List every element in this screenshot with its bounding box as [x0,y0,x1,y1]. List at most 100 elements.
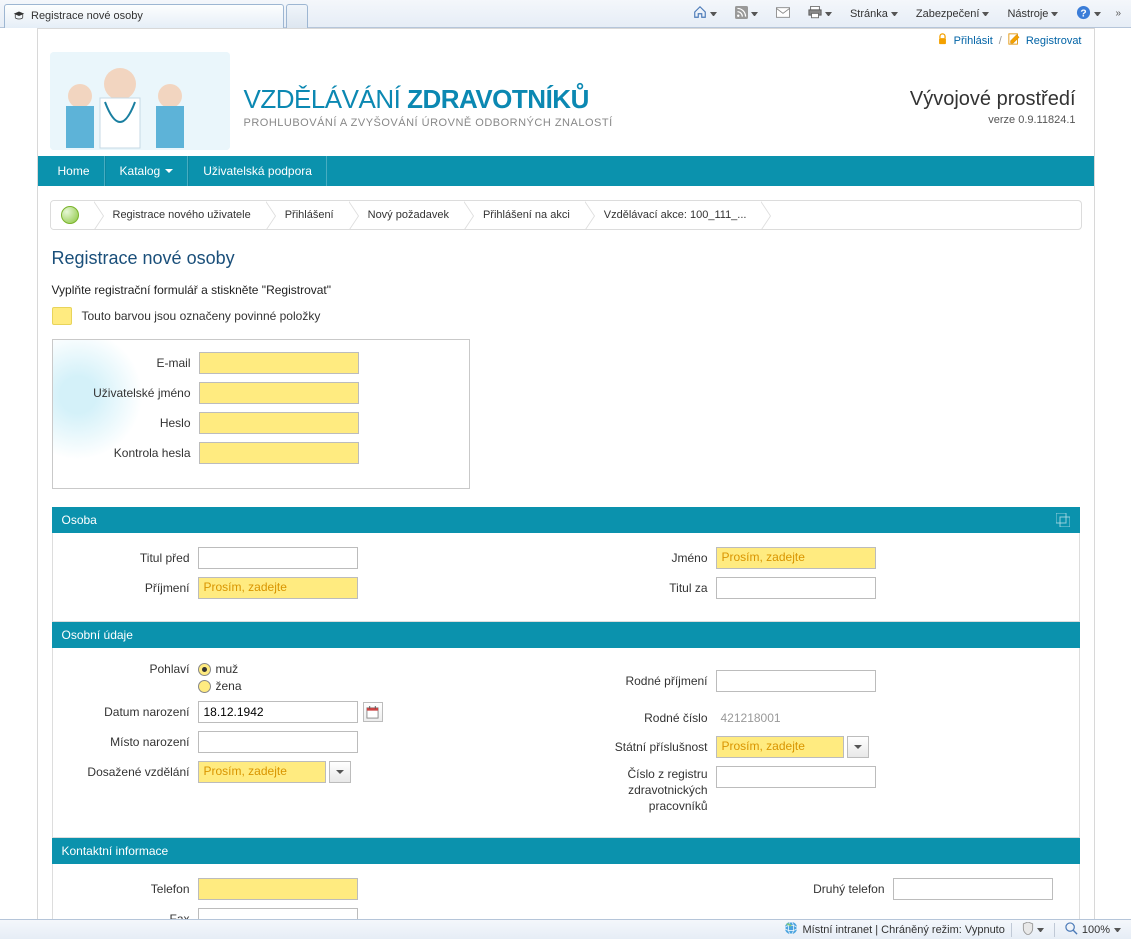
maiden-field[interactable] [716,670,876,692]
page: Přihlásit / Registrovat [37,28,1095,919]
shield-icon [1022,922,1034,938]
protected-mode-button[interactable] [1018,920,1048,939]
env-version: verze 0.9.11824.1 [910,114,1076,126]
title-after-label: Titul za [581,581,716,595]
chevron-down-icon [710,12,717,16]
breadcrumb-item[interactable]: Přihlášení na akci [463,201,584,229]
rss-icon [735,6,748,22]
security-menu-label: Zabezpečení [916,8,980,20]
section-personal: Osobní údaje Pohlaví muž [52,622,1080,838]
new-tab-button[interactable] [286,4,308,28]
page-title: Registrace nové osoby [52,248,1080,269]
browser-toolbar: Stránka Zabezpečení Nástroje ? » [689,3,1131,25]
email-field[interactable] [199,352,359,374]
feeds-button[interactable] [731,4,762,24]
education-dropdown-button[interactable] [329,761,351,783]
nationality-label: Státní příslušnost [581,740,716,754]
register-icon [1008,33,1020,48]
breadcrumb-home[interactable] [51,201,93,229]
first-name-field[interactable]: Prosím, zadejte [716,547,876,569]
tools-menu[interactable]: Nástroje [1003,6,1062,22]
radio-icon [198,680,211,693]
login-link[interactable]: Přihlásit [954,35,993,47]
main-nav: Home Katalog Uživatelská podpora [38,156,1094,186]
nav-home[interactable]: Home [44,156,105,186]
birthnum-label: Rodné číslo [581,711,716,725]
regnum-field[interactable] [716,766,876,788]
section-person: Osoba Titul před Příjmení [52,507,1080,622]
fax-field[interactable] [198,908,358,919]
dob-field[interactable] [198,701,358,723]
brand-title-1: VZDĚLÁVÁNÍ [244,84,408,114]
gender-female-radio[interactable]: žena [198,679,242,693]
nationality-dropdown-button[interactable] [847,736,869,758]
brand: VZDĚLÁVÁNÍ ZDRAVOTNÍKŮ PROHLUBOVÁNÍ A ZV… [244,84,613,129]
read-mail-button[interactable] [772,5,794,23]
chevron-down-icon [1051,12,1058,16]
last-name-field[interactable]: Prosím, zadejte [198,577,358,599]
gender-female-label: žena [216,679,242,693]
header: VZDĚLÁVÁNÍ ZDRAVOTNÍKŮ PROHLUBOVÁNÍ A ZV… [38,52,1094,156]
pob-label: Místo narození [63,735,198,749]
page-menu-label: Stránka [850,8,888,20]
title-after-field[interactable] [716,577,876,599]
breadcrumb-item[interactable]: Registrace nového uživatele [93,201,265,229]
browser-chrome: Registrace nové osoby Stránka Zabezpečen… [0,0,1131,28]
maiden-label: Rodné příjmení [581,674,716,688]
collapse-icon[interactable] [1056,513,1070,527]
gender-male-radio[interactable]: muž [198,662,242,676]
calendar-button[interactable] [363,702,383,722]
regnum-label: Číslo z registru zdravotnických pracovní… [581,766,716,815]
password-confirm-label: Kontrola hesla [69,446,199,460]
phone2-field[interactable] [893,878,1053,900]
lock-icon [937,33,948,48]
chevron-down-icon [336,770,344,775]
browser-tab-active[interactable]: Registrace nové osoby [4,4,284,28]
required-legend: Touto barvou jsou označeny povinné polož… [52,307,1080,325]
breadcrumb-item[interactable]: Nový požadavek [348,201,463,229]
register-link[interactable]: Registrovat [1026,35,1082,47]
help-button[interactable]: ? [1072,3,1105,25]
viewport[interactable]: Přihlásit / Registrovat [0,28,1131,919]
nav-catalog[interactable]: Katalog [105,156,189,186]
username-field[interactable] [199,382,359,404]
nav-support[interactable]: Uživatelská podpora [188,156,327,186]
nationality-select[interactable]: Prosím, zadejte [716,736,844,758]
password-field[interactable] [199,412,359,434]
pob-field[interactable] [198,731,358,753]
home-icon [693,5,707,22]
env-title: Vývojové prostředí [910,88,1076,111]
username-label: Uživatelské jméno [69,386,199,400]
print-icon [808,6,822,22]
security-menu[interactable]: Zabezpečení [912,6,994,22]
education-select[interactable]: Prosím, zadejte [198,761,326,783]
birthnum-value: 421218001 [716,708,786,728]
phone-field[interactable] [198,878,358,900]
zoom-icon [1065,922,1078,938]
form-hint: Vyplňte registrační formulář a stiskněte… [52,283,1080,297]
chevron-down-icon [854,745,862,750]
overflow-chevrons-icon[interactable]: » [1115,8,1121,19]
breadcrumb-item[interactable]: Přihlášení [265,201,348,229]
page-menu[interactable]: Stránka [846,6,902,22]
zoom-control[interactable]: 100% [1061,922,1125,938]
regnum-label-line: zdravotnických [628,782,707,798]
chevron-down-icon [982,12,989,16]
help-icon: ? [1076,5,1091,23]
chevron-down-icon [1094,12,1101,16]
breadcrumb-label: Vzdělávací akce: 100_111_... [604,209,747,221]
breadcrumb-item[interactable]: Vzdělávací akce: 100_111_... [584,201,761,229]
first-name-label: Jméno [581,551,716,565]
brand-title-2: ZDRAVOTNÍKŮ [407,84,589,114]
nav-home-label: Home [58,164,90,178]
zoom-level: 100% [1082,924,1110,936]
tools-menu-label: Nástroje [1007,8,1048,20]
home-button[interactable] [689,3,721,24]
breadcrumb-label: Přihlášení [285,209,334,221]
chevron-down-icon [165,169,173,174]
phone-label: Telefon [63,882,198,896]
print-button[interactable] [804,4,836,24]
password-confirm-field[interactable] [199,442,359,464]
title-before-field[interactable] [198,547,358,569]
radio-icon [198,663,211,676]
